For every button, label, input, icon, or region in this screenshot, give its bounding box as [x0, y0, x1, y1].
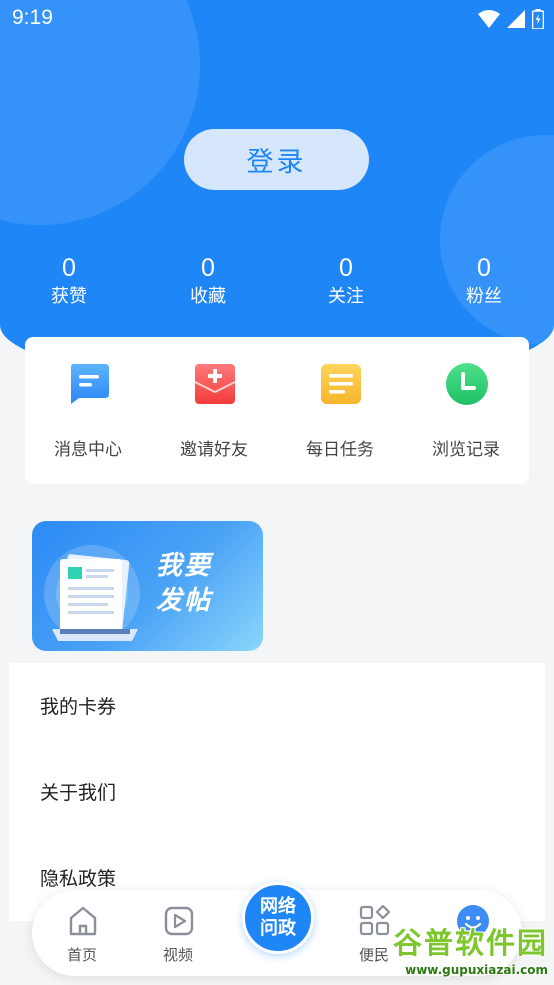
create-post-banner[interactable]: 我要 发帖 — [32, 521, 263, 651]
battery-icon — [532, 9, 544, 29]
status-icons — [478, 8, 544, 30]
menu-item-browsing-history[interactable]: 浏览记录 — [403, 337, 529, 484]
stat-value: 0 — [201, 254, 215, 282]
list-label: 我的卡券 — [40, 696, 117, 718]
status-time: 9:19 — [12, 6, 53, 29]
nav-online-petition-button[interactable]: 网络 问政 — [242, 882, 314, 954]
stat-value: 0 — [339, 254, 353, 282]
stat-favorites[interactable]: 0 收藏 — [158, 253, 258, 311]
home-icon — [69, 906, 97, 936]
watermark: 谷普软件园 www.gupuxiazai.com — [384, 924, 554, 985]
status-bar: 9:19 — [0, 0, 554, 38]
video-play-icon — [164, 906, 194, 936]
list-label: 隐私政策 — [40, 868, 117, 890]
profile-header — [0, 0, 554, 385]
quick-menu-card: 消息中心 邀请好友 每日任务 浏览记录 — [25, 337, 529, 484]
list-item-my-coupons[interactable]: 我的卡券 — [9, 663, 545, 749]
stat-value: 0 — [477, 254, 491, 282]
login-button[interactable]: 登录 — [184, 129, 369, 190]
post-banner-text: 我要 发帖 — [156, 549, 256, 619]
stat-label: 收藏 — [190, 286, 226, 307]
menu-label: 消息中心 — [54, 440, 122, 460]
stat-following[interactable]: 0 关注 — [296, 253, 396, 311]
stat-label: 获赞 — [51, 286, 87, 307]
menu-item-message-center[interactable]: 消息中心 — [25, 337, 151, 484]
wifi-icon — [478, 10, 500, 28]
menu-item-daily-tasks[interactable]: 每日任务 — [277, 337, 403, 484]
stat-label: 关注 — [328, 286, 364, 307]
nav-home[interactable]: 首页 — [42, 890, 122, 976]
document-illustration-icon — [44, 545, 140, 641]
daily-task-icon — [321, 364, 361, 404]
stat-label: 粉丝 — [466, 286, 502, 307]
nav-video[interactable]: 视频 — [138, 890, 218, 976]
menu-item-invite-friends[interactable]: 邀请好友 — [151, 337, 277, 484]
invite-envelope-icon — [194, 364, 236, 404]
menu-label: 浏览记录 — [432, 440, 500, 460]
list-label: 关于我们 — [40, 782, 117, 804]
nav-label: 视频 — [162, 946, 193, 964]
watermark-url: www.gupuxiazai.com — [405, 963, 548, 977]
list-item-about-us[interactable]: 关于我们 — [9, 749, 545, 835]
menu-label: 邀请好友 — [180, 440, 248, 460]
message-center-icon — [71, 364, 109, 404]
post-line1: 我要 — [156, 551, 213, 581]
history-clock-icon — [446, 363, 488, 405]
stat-fans[interactable]: 0 粉丝 — [434, 253, 534, 311]
post-line2: 发帖 — [156, 586, 213, 616]
signal-icon — [507, 10, 525, 28]
menu-label: 每日任务 — [306, 440, 374, 460]
stat-likes[interactable]: 0 获赞 — [19, 253, 119, 311]
nav-label: 首页 — [66, 946, 97, 964]
stats-row: 0 获赞 0 收藏 0 关注 0 粉丝 — [0, 253, 554, 315]
stat-value: 0 — [62, 254, 76, 282]
watermark-main: 谷普软件园 — [392, 926, 548, 960]
